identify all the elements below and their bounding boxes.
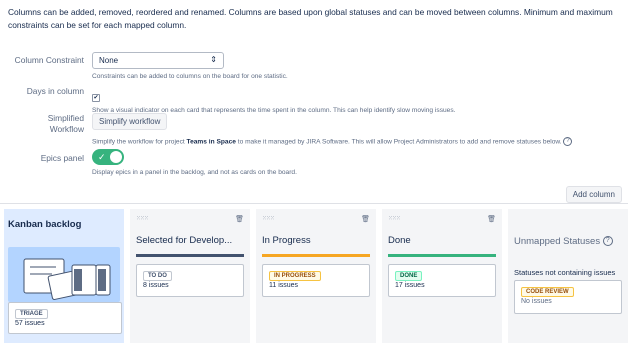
help-suffix: to make it managed by JIRA Software. Thi… [235, 138, 562, 146]
triage-status-card[interactable]: TRIAGE 57 issues [8, 302, 122, 334]
backlog-illustration [8, 247, 120, 302]
simplified-workflow-label: Simplified Workflow [48, 113, 84, 135]
column-title[interactable]: Done [388, 235, 411, 246]
done-count: 17 issues [395, 282, 425, 289]
unmapped-subtitle: Statuses not containing issues [514, 268, 616, 277]
column-title[interactable]: Selected for Develop... [136, 235, 232, 246]
column-bar [388, 254, 496, 257]
simplified-workflow-label-line1: Simplified [47, 113, 84, 123]
drag-handle-icon[interactable]: ⁙⁙⁙ [136, 215, 149, 222]
help-icon[interactable]: ? [563, 137, 573, 146]
trash-icon[interactable]: 🗑 [487, 215, 496, 223]
column-title[interactable]: In Progress [262, 235, 311, 246]
trash-icon[interactable]: 🗑 [235, 215, 244, 223]
simplify-workflow-button[interactable]: Simplify workflow [92, 113, 168, 130]
kanban-backlog-title: Kanban backlog [8, 219, 82, 230]
check-icon: ✓ [98, 152, 106, 162]
epics-panel-help: Display epics in a panel in the backlog,… [92, 169, 297, 176]
simplified-workflow-label-line2: Workflow [49, 124, 84, 134]
toggle-knob [110, 151, 122, 163]
in-progress-lozenge: IN PROGRESS [269, 271, 321, 281]
project-name: Teams in Space [186, 138, 236, 146]
in-progress-status-card[interactable]: IN PROGRESS 11 issues [262, 264, 370, 297]
in-progress-count: 11 issues [269, 282, 299, 289]
column-constraint-value: None [99, 56, 119, 65]
todo-lozenge: TO DO [143, 271, 172, 281]
code-review-status-card[interactable]: CODE REVIEW No issues [514, 280, 622, 314]
drag-handle-icon[interactable]: ⁙⁙⁙ [388, 215, 401, 222]
column-bar [262, 254, 370, 257]
column-constraint-select[interactable]: None ⇕ [92, 52, 224, 69]
done-lozenge: DONE [395, 271, 423, 281]
unmapped-statuses-title: Unmapped Statuses ? [514, 236, 613, 247]
select-caret-icon: ⇕ [210, 55, 217, 64]
help-icon[interactable]: ? [602, 236, 613, 247]
kanban-backlog-column: Kanban backlog TRIAGE 57 issues [4, 209, 124, 343]
unmapped-statuses-column: Unmapped Statuses ? Statuses not contain… [508, 209, 628, 343]
code-review-count: No issues [521, 298, 552, 305]
days-in-column-checkbox[interactable]: ✔ [92, 94, 100, 102]
selected-for-development-column[interactable]: ⁙⁙⁙ 🗑 Selected for Develop... TO DO 8 is… [130, 209, 250, 343]
code-review-lozenge: CODE REVIEW [521, 287, 574, 297]
done-status-card[interactable]: DONE 17 issues [388, 264, 496, 297]
drag-handle-icon[interactable]: ⁙⁙⁙ [262, 215, 275, 222]
todo-count: 8 issues [143, 282, 169, 289]
epics-panel-toggle[interactable]: ✓ [92, 149, 124, 165]
days-in-column-label: Days in column [26, 86, 84, 96]
trash-icon[interactable]: 🗑 [361, 215, 370, 223]
intro-text: Columns can be added, removed, reordered… [8, 7, 613, 30]
column-constraint-label: Column Constraint [14, 55, 84, 65]
unmapped-title-text: Unmapped Statuses [514, 236, 601, 247]
triage-count: 57 issues [15, 320, 45, 327]
epics-panel-label: Epics panel [40, 153, 84, 163]
in-progress-column[interactable]: ⁙⁙⁙ 🗑 In Progress IN PROGRESS 11 issues [256, 209, 376, 343]
todo-status-card[interactable]: TO DO 8 issues [136, 264, 244, 297]
done-column[interactable]: ⁙⁙⁙ 🗑 Done DONE 17 issues [382, 209, 502, 343]
column-constraint-help: Constraints can be added to columns on t… [92, 73, 288, 80]
triage-lozenge: TRIAGE [15, 309, 48, 319]
divider [0, 203, 628, 204]
simplified-workflow-help: Simplify the workflow for project Teams … [92, 137, 573, 146]
add-column-button[interactable]: Add column [565, 186, 622, 203]
help-prefix: Simplify the workflow for project [92, 138, 187, 146]
column-bar [136, 254, 244, 257]
